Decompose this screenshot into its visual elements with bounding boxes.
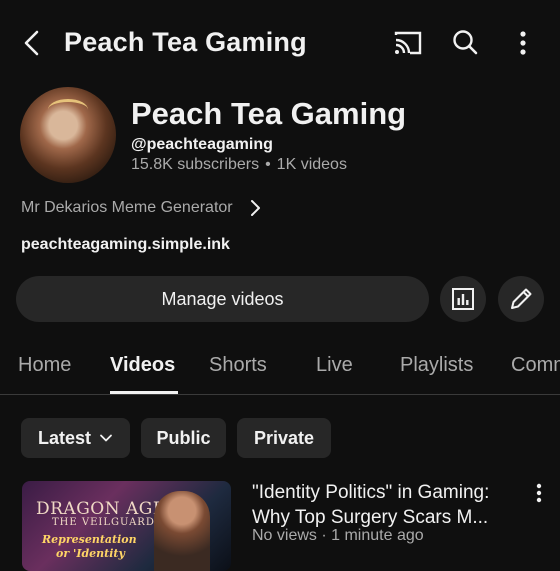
channel-description: Mr Dekarios Meme Generator [21,199,233,216]
more-vertical-icon[interactable] [506,26,540,60]
chevron-down-icon [100,434,112,442]
edit-channel-button[interactable] [498,276,544,322]
thumbnail-logo: DRAGON AGE [36,499,166,519]
edit-pencil-icon [511,288,532,309]
tab-playlists[interactable]: Playlists [400,354,473,377]
back-arrow-icon[interactable] [16,26,50,60]
video-count: 1K videos [276,156,347,173]
thumbnail-caption: or 'Identity [56,547,125,560]
stats-separator: • [265,156,271,173]
channel-name: Peach Tea Gaming [131,96,407,131]
channel-tabs: Home Videos Shorts Live Playlists Comm [0,336,560,395]
video-title[interactable]: "Identity Politics" in Gaming: Why Top S… [252,480,520,530]
video-meta: No views · 1 minute ago [252,527,424,544]
channel-description-row[interactable]: Mr Dekarios Meme Generator [21,197,265,219]
thumbnail-subtitle: THE VEILGUARD [52,517,155,528]
channel-avatar[interactable] [20,87,116,183]
channel-link[interactable]: peachteagaming.simple.ink [21,236,230,254]
cast-icon[interactable] [391,26,425,60]
tab-videos[interactable]: Videos [110,354,175,377]
top-bar: Peach Tea Gaming [0,0,560,86]
filter-latest-chip[interactable]: Latest [21,418,130,458]
channel-stats: 15.8K subscribers • 1K videos [131,156,347,174]
tab-live[interactable]: Live [316,354,353,377]
subscriber-count: 15.8K subscribers [131,156,260,173]
video-thumbnail[interactable]: DRAGON AGE THE VEILGUARD Representation … [22,481,231,571]
analytics-icon [452,288,474,310]
channel-handle: @peachteagaming [131,136,273,153]
filter-public-chip[interactable]: Public [141,418,226,458]
analytics-button[interactable] [440,276,486,322]
thumbnail-caption: Representation [42,533,137,546]
thumbnail-character-image [154,491,210,571]
tab-shorts[interactable]: Shorts [209,354,267,377]
tab-community[interactable]: Comm [511,354,560,377]
filter-latest-label: Latest [37,427,91,448]
chevron-right-icon [250,200,260,216]
filter-private-chip[interactable]: Private [237,418,331,458]
search-icon[interactable] [448,26,482,60]
video-more-icon[interactable] [530,482,548,504]
manage-videos-button[interactable]: Manage videos [16,276,429,322]
tab-home[interactable]: Home [18,354,71,377]
active-tab-indicator [110,391,178,394]
page-title: Peach Tea Gaming [64,27,307,57]
